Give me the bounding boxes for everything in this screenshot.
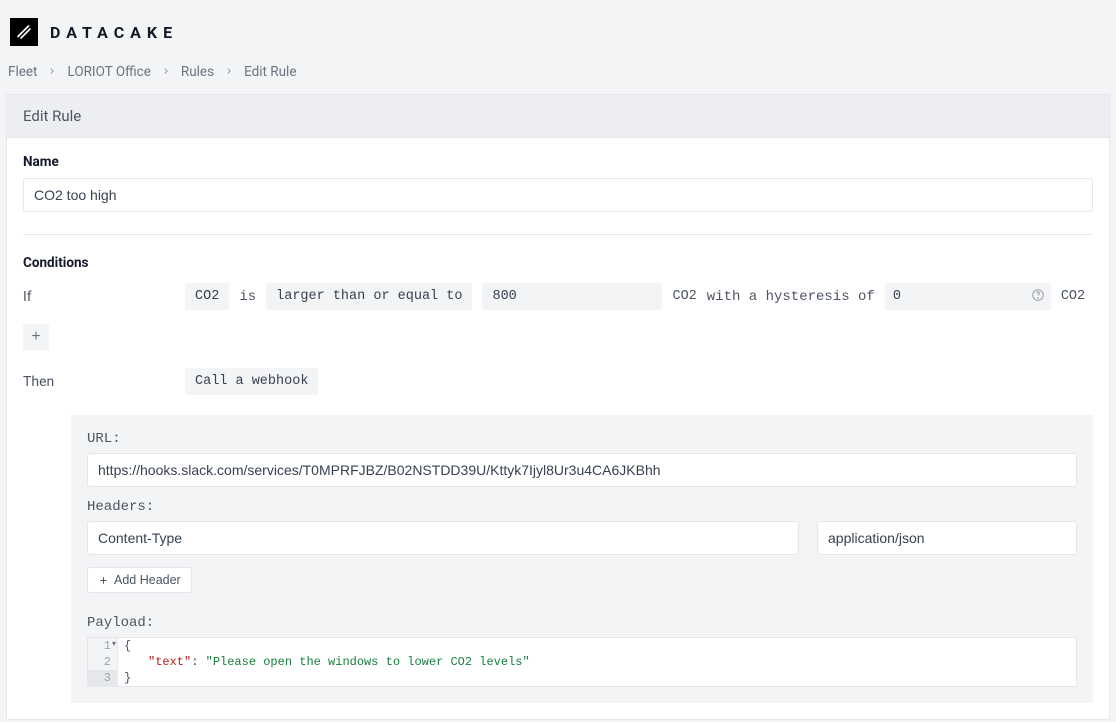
edit-rule-panel: Edit Rule Name Conditions If CO2 is larg… xyxy=(6,94,1110,720)
condition-field-select[interactable]: CO2 xyxy=(185,283,229,310)
brand-logo-icon xyxy=(10,18,38,46)
name-label: Name xyxy=(23,154,1093,170)
action-select[interactable]: Call a webhook xyxy=(185,368,318,395)
hysteresis-field xyxy=(885,283,1051,310)
add-header-button[interactable]: Add Header xyxy=(87,567,192,593)
then-row: Then Call a webhook xyxy=(23,364,1093,399)
code-line: 1▾ { xyxy=(88,638,1076,654)
webhook-url-input[interactable] xyxy=(87,453,1077,487)
add-condition-button[interactable]: + xyxy=(23,324,49,350)
header-value-input[interactable] xyxy=(817,521,1077,555)
breadcrumb-edit-rule: Edit Rule xyxy=(244,64,296,80)
breadcrumb-fleet[interactable]: Fleet xyxy=(8,64,37,80)
url-label: URL: xyxy=(87,431,1077,447)
is-keyword: is xyxy=(239,289,256,305)
plus-icon xyxy=(98,575,109,586)
chevron-right-icon xyxy=(224,64,234,80)
hysteresis-input[interactable] xyxy=(885,283,1025,310)
hysteresis-keyword: with a hysteresis of xyxy=(707,289,875,305)
webhook-config: URL: Headers: Add Header Payload: 1▾ xyxy=(71,415,1093,703)
app-header: DATACAKE xyxy=(0,0,1116,60)
add-header-label: Add Header xyxy=(114,573,181,587)
line-number: 2 xyxy=(88,654,118,670)
payload-label: Payload: xyxy=(87,615,1077,631)
condition-row: If CO2 is larger than or equal to CO2 wi… xyxy=(23,279,1093,314)
fold-icon[interactable]: ▾ xyxy=(112,639,116,649)
headers-label: Headers: xyxy=(87,499,1077,515)
chevron-right-icon xyxy=(47,64,57,80)
breadcrumb: Fleet LORIOT Office Rules Edit Rule xyxy=(0,60,1116,94)
header-key-input[interactable] xyxy=(87,521,799,555)
breadcrumb-rules[interactable]: Rules xyxy=(181,64,214,80)
panel-title: Edit Rule xyxy=(7,95,1109,138)
brand-name: DATACAKE xyxy=(50,23,178,42)
divider xyxy=(23,234,1093,235)
code-line: 3 } xyxy=(88,670,1076,686)
help-icon[interactable] xyxy=(1031,288,1045,306)
condition-unit: CO2 xyxy=(672,289,696,304)
then-keyword: Then xyxy=(23,374,175,390)
condition-operator-select[interactable]: larger than or equal to xyxy=(266,283,472,310)
chevron-right-icon xyxy=(161,64,171,80)
conditions-label: Conditions xyxy=(23,255,1093,271)
condition-value-input[interactable] xyxy=(482,283,662,310)
line-number: 3 xyxy=(88,670,118,686)
code-line: 2 "text": "Please open the windows to lo… xyxy=(88,654,1076,670)
line-number: 1▾ xyxy=(88,638,118,654)
rule-name-input[interactable] xyxy=(23,178,1093,212)
payload-editor[interactable]: 1▾ { 2 "text": "Please open the windows … xyxy=(87,637,1077,687)
if-keyword: If xyxy=(23,289,175,305)
hysteresis-unit: CO2 xyxy=(1061,289,1085,304)
breadcrumb-loriot-office[interactable]: LORIOT Office xyxy=(67,64,150,80)
